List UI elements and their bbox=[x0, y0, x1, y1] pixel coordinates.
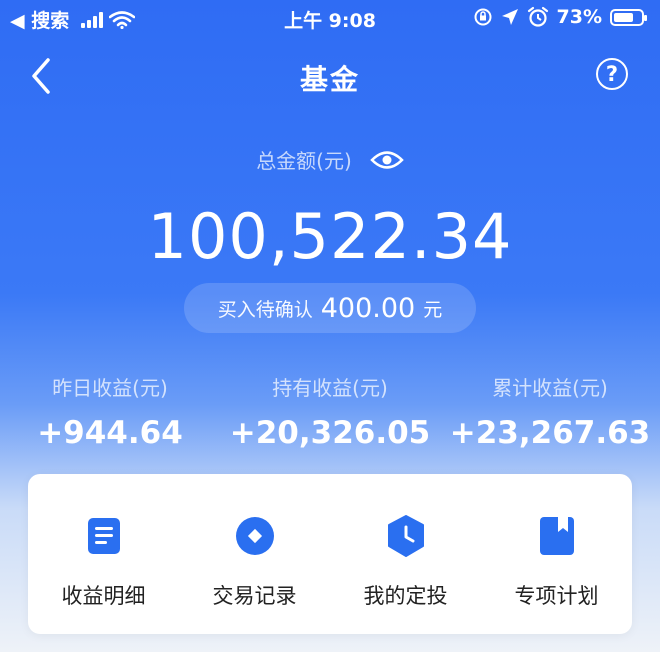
clock-shield-icon bbox=[384, 514, 428, 558]
navigation-bar: 基金 ? bbox=[0, 52, 660, 100]
action-label: 交易记录 bbox=[212, 584, 297, 608]
earnings-detail-button[interactable]: 收益明细 bbox=[29, 474, 179, 634]
total-amount-value: 100,522.34 bbox=[147, 200, 513, 273]
pending-purchase-pill[interactable]: 买入待确认 400.00 元 bbox=[184, 283, 476, 333]
stat-label: 持有收益(元) bbox=[272, 376, 388, 400]
stat-label: 昨日收益(元) bbox=[52, 376, 168, 400]
page-title: 基金 bbox=[299, 63, 360, 96]
stat-cumulative-earnings[interactable]: 累计收益(元) +23,267.63 bbox=[440, 372, 660, 451]
stat-value: +944.64 bbox=[37, 415, 183, 451]
stat-value: +23,267.63 bbox=[449, 415, 651, 451]
bookmark-icon bbox=[535, 514, 579, 558]
earnings-stats: 昨日收益(元) +944.64 持有收益(元) +20,326.05 累计收益(… bbox=[0, 372, 660, 462]
eye-icon[interactable] bbox=[370, 149, 404, 171]
total-amount-header: 总金额(元) bbox=[0, 145, 660, 174]
special-plan-button[interactable]: 专项计划 bbox=[482, 474, 632, 634]
rotation-lock-icon bbox=[474, 8, 492, 26]
action-label: 收益明细 bbox=[61, 584, 146, 608]
stat-holding-earnings[interactable]: 持有收益(元) +20,326.05 bbox=[220, 372, 440, 451]
transaction-record-button[interactable]: 交易记录 bbox=[180, 474, 330, 634]
total-amount-label: 总金额(元) bbox=[256, 149, 352, 173]
stat-value: +20,326.05 bbox=[229, 415, 431, 451]
document-icon bbox=[82, 514, 126, 558]
pending-amount: 400.00 bbox=[320, 292, 416, 324]
action-card: 收益明细 交易记录 我的定投 专项计划 bbox=[28, 474, 632, 634]
help-icon[interactable]: ? bbox=[596, 58, 628, 90]
alarm-clock-icon bbox=[527, 6, 548, 27]
battery-percent: 73% bbox=[556, 6, 602, 28]
status-right: 73% bbox=[473, 6, 647, 28]
status-bar: ◀ 搜索 上午 9:08 73% bbox=[0, 0, 660, 38]
action-label: 我的定投 bbox=[363, 584, 448, 608]
location-arrow-icon bbox=[501, 9, 518, 25]
pending-unit: 元 bbox=[423, 298, 443, 321]
action-label: 专项计划 bbox=[514, 584, 599, 608]
battery-icon bbox=[610, 8, 647, 26]
record-icon bbox=[233, 514, 277, 558]
stat-yesterday-earnings[interactable]: 昨日收益(元) +944.64 bbox=[0, 372, 220, 451]
stat-label: 累计收益(元) bbox=[492, 376, 608, 400]
pending-label: 买入待确认 bbox=[217, 298, 313, 321]
my-auto-invest-button[interactable]: 我的定投 bbox=[331, 474, 481, 634]
